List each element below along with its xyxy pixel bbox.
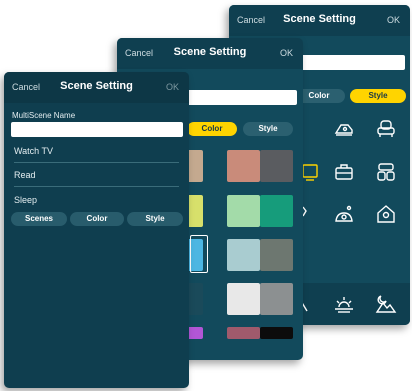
ok-button[interactable]: OK [387,15,400,25]
color-swatch[interactable] [227,283,260,315]
tab-style[interactable]: Style [127,212,183,226]
moon-mountains-icon[interactable] [375,293,397,315]
color-swatch[interactable] [260,239,293,271]
bird-icon[interactable] [302,205,307,219]
sofa-icon[interactable] [375,118,397,140]
color-swatch[interactable] [260,195,293,227]
ok-button[interactable]: OK [280,48,293,58]
screen-title: Scene Setting [173,46,247,58]
screen-title: Scene Setting [283,13,356,25]
divider [14,162,179,163]
screen-header: Cancel Scene Setting OK [117,38,303,69]
briefcase-icon[interactable] [333,161,355,183]
color-swatch[interactable] [187,283,203,315]
multiscene-name-label: MultiScene Name [12,111,76,120]
color-swatch[interactable] [227,150,260,182]
screen-header: Cancel Scene Setting OK [4,72,189,103]
scene-setting-screen-main: Cancel Scene Setting OK MultiScene Name … [4,72,189,388]
divider [14,186,179,187]
color-swatch[interactable] [260,283,293,315]
scene-item-watch-tv[interactable]: Watch TV [14,146,175,156]
screen-header: Cancel Scene Setting OK [229,5,410,36]
ok-button[interactable]: OK [166,82,179,92]
scene-item-read[interactable]: Read [14,170,175,180]
tab-color[interactable]: Color [187,122,237,136]
color-swatch[interactable] [260,150,293,182]
color-swatch[interactable] [187,327,203,339]
monitor-icon[interactable] [301,161,323,183]
thermostat-icon[interactable] [333,118,355,140]
lanterns-icon[interactable] [375,161,397,183]
color-swatch[interactable] [187,150,203,182]
color-swatch[interactable] [227,239,260,271]
tab-style[interactable]: Style [243,122,293,136]
multiscene-name-input[interactable] [11,122,183,137]
house-icon[interactable] [375,203,397,225]
tab-style[interactable]: Style [350,89,406,103]
scene-item-sleep[interactable]: Sleep [14,195,175,205]
tab-scenes[interactable]: Scenes [11,212,67,226]
color-swatch[interactable] [227,195,260,227]
sunrise-icon[interactable] [333,293,355,315]
swim-ring-icon[interactable] [333,203,355,225]
selected-swatch-outline [190,235,208,273]
tab-color[interactable]: Color [70,212,124,226]
color-swatch[interactable] [260,327,293,339]
screen-title: Scene Setting [60,80,133,92]
color-swatch[interactable] [187,195,203,227]
color-swatch[interactable] [227,327,260,339]
